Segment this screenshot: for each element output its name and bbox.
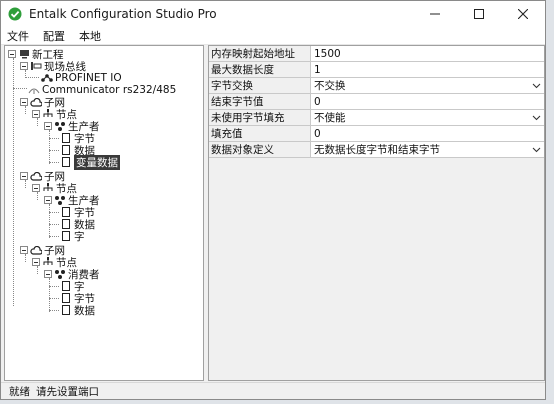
document-icon: [60, 281, 72, 292]
tree-consumer[interactable]: 消费者: [44, 268, 100, 281]
property-dropdown[interactable]: 不交换: [311, 78, 544, 93]
chevron-down-icon: [532, 115, 541, 121]
status-message: 请先设置端口: [36, 385, 99, 398]
hierarchy-icon: [42, 109, 54, 120]
property-dropdown[interactable]: 无数据长度字节和结束字节: [311, 142, 544, 157]
status-bar: 就绪 请先设置端口: [1, 382, 545, 399]
property-name: 数据对象定义: [209, 142, 311, 157]
window-title: Entalk Configuration Studio Pro: [29, 7, 217, 21]
property-row: 最大数据长度 1: [209, 62, 544, 78]
network-nodes-icon: [41, 73, 53, 84]
property-value-field[interactable]: 1: [311, 62, 544, 77]
document-icon: [60, 157, 72, 168]
minimize-icon: [430, 13, 440, 15]
cloud-icon: [30, 245, 42, 256]
property-value: 1: [314, 63, 321, 76]
property-value: 0: [314, 127, 321, 140]
close-button[interactable]: [501, 1, 545, 27]
app-logo-icon: [7, 6, 23, 22]
property-value: 不交换: [314, 80, 346, 92]
property-row: 结束字节值 0: [209, 94, 544, 110]
document-icon: [60, 207, 72, 218]
tree-leaf-selected[interactable]: 变量数据: [60, 154, 120, 170]
gateway-icon: [28, 85, 40, 96]
menu-config[interactable]: 配置: [43, 28, 65, 44]
property-value: 不使能: [314, 112, 346, 124]
menu-local[interactable]: 本地: [79, 28, 101, 44]
collapse-toggle[interactable]: [20, 246, 28, 254]
property-row: 填充值 0: [209, 126, 544, 142]
chevron-down-icon: [532, 147, 541, 153]
status-ready: 就绪: [9, 385, 30, 398]
computer-icon: [18, 49, 30, 60]
close-icon: [518, 9, 528, 19]
tree-leaf[interactable]: 字: [60, 230, 85, 243]
cloud-icon: [30, 97, 42, 108]
collapse-toggle[interactable]: [20, 62, 28, 70]
collapse-toggle[interactable]: [8, 50, 16, 58]
producer-icon: [54, 195, 66, 206]
document-icon: [60, 219, 72, 230]
property-value-field[interactable]: 0: [311, 94, 544, 109]
property-row: 未使用字节填充 不使能: [209, 110, 544, 126]
collapse-toggle[interactable]: [44, 270, 52, 278]
minimize-button[interactable]: [413, 1, 457, 27]
title-bar: Entalk Configuration Studio Pro: [1, 1, 545, 27]
cloud-icon: [30, 171, 42, 182]
consumer-icon: [54, 269, 66, 280]
tree-profinet-label: PROFINET IO: [55, 72, 122, 84]
chevron-down-icon: [532, 83, 541, 89]
menu-bar: 文件 配置 本地: [1, 27, 545, 45]
property-value-field[interactable]: 0: [311, 126, 544, 141]
property-name: 填充值: [209, 126, 311, 141]
tree-leaf[interactable]: 数据: [60, 304, 95, 317]
collapse-toggle[interactable]: [32, 184, 40, 192]
document-icon: [60, 231, 72, 242]
property-value: 无数据长度字节和结束字节: [314, 144, 440, 156]
property-value: 1500: [314, 47, 341, 60]
property-name: 未使用字节填充: [209, 110, 311, 125]
property-row: 字节交换 不交换: [209, 78, 544, 94]
collapse-toggle[interactable]: [44, 196, 52, 204]
menu-file[interactable]: 文件: [7, 28, 29, 44]
hierarchy-icon: [42, 257, 54, 268]
document-icon: [60, 145, 72, 156]
property-name: 内存映射起始地址: [209, 46, 311, 61]
tree-leaf-label: 数据: [74, 304, 95, 317]
property-row: 数据对象定义 无数据长度字节和结束字节: [209, 142, 544, 158]
collapse-toggle[interactable]: [20, 98, 28, 106]
maximize-icon: [474, 9, 484, 19]
property-row: 内存映射起始地址 1500: [209, 46, 544, 62]
document-icon: [60, 305, 72, 316]
maximize-button[interactable]: [457, 1, 501, 27]
collapse-toggle[interactable]: [44, 122, 52, 130]
tree-fieldbus[interactable]: 现场总线: [20, 60, 86, 73]
app-window: Entalk Configuration Studio Pro 文件 配置 本地: [0, 0, 546, 400]
property-name: 最大数据长度: [209, 62, 311, 77]
property-value: 0: [314, 95, 321, 108]
tree-leaf-label: 字: [74, 230, 85, 243]
property-grid: 内存映射起始地址 1500 最大数据长度 1 字节交换 不交换 结束字节值 0 …: [208, 45, 545, 381]
property-value-field[interactable]: 1500: [311, 46, 544, 61]
document-icon: [60, 133, 72, 144]
document-icon: [60, 293, 72, 304]
hierarchy-icon: [42, 183, 54, 194]
producer-icon: [54, 121, 66, 132]
property-name: 结束字节值: [209, 94, 311, 109]
tree-profinet[interactable]: PROFINET IO: [41, 72, 122, 84]
property-dropdown[interactable]: 不使能: [311, 110, 544, 125]
property-name: 字节交换: [209, 78, 311, 93]
fieldbus-icon: [30, 61, 42, 72]
project-tree[interactable]: 新工程 现场总线 PROFINET IO Communicator rs232/…: [4, 45, 204, 381]
tree-leaf-label: 变量数据: [74, 154, 120, 170]
collapse-toggle[interactable]: [20, 172, 28, 180]
collapse-toggle[interactable]: [32, 258, 40, 266]
collapse-toggle[interactable]: [32, 110, 40, 118]
